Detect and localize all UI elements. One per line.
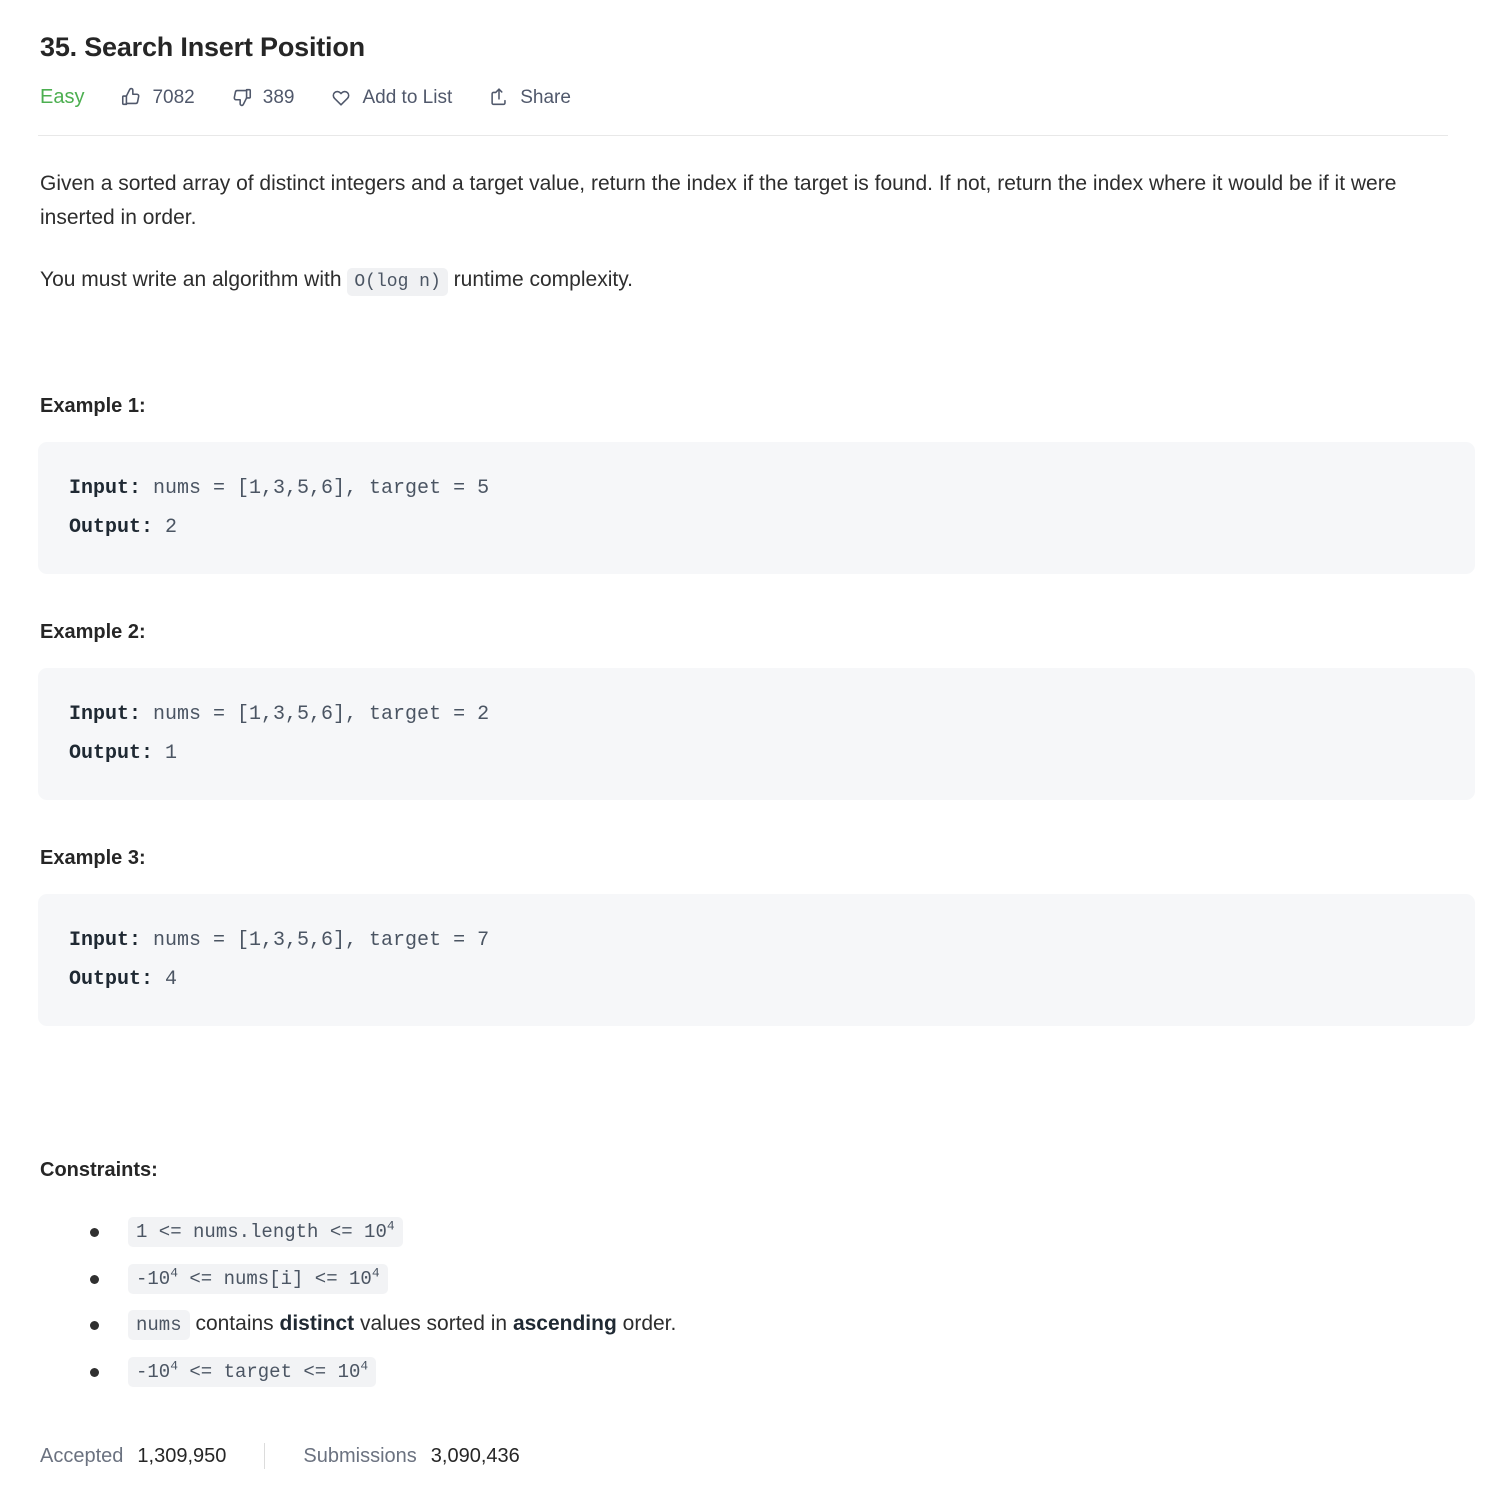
example-2-input-line: Input: nums = [1,3,5,6], target = 2 xyxy=(69,695,1475,734)
constraint-exponent: 4 xyxy=(386,1218,395,1234)
example-3-heading: Example 3: xyxy=(40,847,146,870)
input-label: Input: xyxy=(69,929,142,953)
problem-stats: Accepted 1,309,950 Submissions 3,090,436 xyxy=(40,1443,1448,1495)
constraint-code: nums xyxy=(128,1310,190,1341)
constraint-exponent: 4 xyxy=(170,1265,178,1281)
description-paragraph-1: Given a sorted array of distinct integer… xyxy=(40,172,1397,230)
constraint-text: values sorted in xyxy=(354,1312,513,1336)
example-2: Example 2: Input: nums = [1,3,5,6], targ… xyxy=(38,619,1475,801)
page-title: 35. Search Insert Position xyxy=(40,32,365,62)
share-button[interactable]: Share xyxy=(488,86,571,108)
constraint-emphasis-distinct: distinct xyxy=(279,1312,355,1336)
thumbs-down-icon xyxy=(231,86,253,108)
complexity-code: O(log n) xyxy=(347,268,448,297)
example-1-heading: Example 1: xyxy=(40,395,146,418)
constraint-code-text: -10 xyxy=(136,1267,171,1290)
constraint-exponent: 4 xyxy=(360,1358,369,1374)
problem-description-panel: 35. Search Insert Position Easy 7082 389 xyxy=(0,0,1486,1504)
description-text-after: runtime complexity. xyxy=(453,268,633,292)
like-count: 7082 xyxy=(152,86,195,108)
input-value: nums = [1,3,5,6], target = 2 xyxy=(141,703,490,727)
input-value: nums = [1,3,5,6], target = 5 xyxy=(141,477,490,501)
constraint-emphasis-ascending: ascending xyxy=(512,1312,617,1336)
problem-meta-row: Easy 7082 389 Add to List Share xyxy=(40,82,1448,112)
example-1-codeblock: Input: nums = [1,3,5,6], target = 5 Outp… xyxy=(38,442,1475,575)
description-text-before: You must write an algorithm with xyxy=(40,268,342,292)
dislike-count: 389 xyxy=(262,86,295,108)
example-3-output-line: Output: 4 xyxy=(69,960,1475,999)
example-2-codeblock: Input: nums = [1,3,5,6], target = 2 Outp… xyxy=(38,668,1475,801)
submissions-label: Submissions xyxy=(303,1444,417,1467)
share-icon xyxy=(488,86,510,108)
example-3-codeblock: Input: nums = [1,3,5,6], target = 7 Outp… xyxy=(38,894,1475,1027)
stats-divider xyxy=(264,1443,266,1470)
constraint-code: -104 <= target <= 104 xyxy=(128,1356,377,1387)
add-to-list-button[interactable]: Add to List xyxy=(330,86,452,108)
add-to-list-label: Add to List xyxy=(362,86,453,108)
constraint-item: 1 <= nums.length <= 104 xyxy=(90,1215,1448,1248)
examples-spacer xyxy=(38,297,1448,393)
output-label: Output: xyxy=(69,516,154,540)
example-2-output-line: Output: 1 xyxy=(69,734,1475,773)
example-1-output-line: Output: 2 xyxy=(69,508,1475,547)
constraint-code: 1 <= nums.length <= 104 xyxy=(128,1217,403,1248)
constraint-item: -104 <= target <= 104 xyxy=(90,1355,1448,1388)
accepted-label: Accepted xyxy=(40,1444,124,1467)
like-button[interactable]: 7082 xyxy=(120,86,195,108)
example-3-input-line: Input: nums = [1,3,5,6], target = 7 xyxy=(69,921,1475,960)
constraint-text: contains xyxy=(189,1312,280,1336)
constraint-code-text: 1 <= nums.length <= 10 xyxy=(136,1221,387,1244)
constraints-list: 1 <= nums.length <= 104 -104 <= nums[i] … xyxy=(38,1215,1448,1387)
difficulty-badge: Easy xyxy=(40,86,85,109)
constraints-spacer xyxy=(38,1071,1448,1157)
constraint-text: order. xyxy=(616,1312,677,1336)
dislike-button[interactable]: 389 xyxy=(231,86,295,108)
constraint-code-text-mid: <= nums[i] <= 10 xyxy=(177,1267,372,1290)
example-1: Example 1: Input: nums = [1,3,5,6], targ… xyxy=(38,393,1475,575)
accepted-value: 1,309,950 xyxy=(137,1444,227,1467)
example-3: Example 3: Input: nums = [1,3,5,6], targ… xyxy=(38,845,1475,1027)
heart-icon xyxy=(330,86,352,108)
input-value: nums = [1,3,5,6], target = 7 xyxy=(141,929,490,953)
output-value: 2 xyxy=(153,516,178,540)
constraint-code-text-mid: <= target <= 10 xyxy=(177,1360,361,1383)
constraints-heading: Constraints: xyxy=(40,1159,158,1182)
output-label: Output: xyxy=(69,742,154,766)
share-label: Share xyxy=(520,86,571,108)
description-paragraph-2: You must write an algorithm with O(log n… xyxy=(40,263,1448,297)
thumbs-up-icon xyxy=(120,86,142,108)
submissions-value: 3,090,436 xyxy=(430,1444,520,1467)
header-divider xyxy=(38,135,1448,137)
constraint-code: -104 <= nums[i] <= 104 xyxy=(128,1263,388,1294)
constraint-exponent: 4 xyxy=(371,1265,380,1281)
output-value: 1 xyxy=(153,742,178,766)
constraint-item: nums contains distinct values sorted in … xyxy=(90,1308,1448,1341)
constraint-item: -104 <= nums[i] <= 104 xyxy=(90,1262,1448,1295)
output-value: 4 xyxy=(153,968,178,992)
constraint-exponent: 4 xyxy=(170,1358,178,1374)
example-1-input-line: Input: nums = [1,3,5,6], target = 5 xyxy=(69,469,1475,508)
input-label: Input: xyxy=(69,703,142,727)
output-label: Output: xyxy=(69,968,154,992)
constraint-code-text: -10 xyxy=(136,1360,171,1383)
input-label: Input: xyxy=(69,477,142,501)
example-2-heading: Example 2: xyxy=(40,621,146,644)
